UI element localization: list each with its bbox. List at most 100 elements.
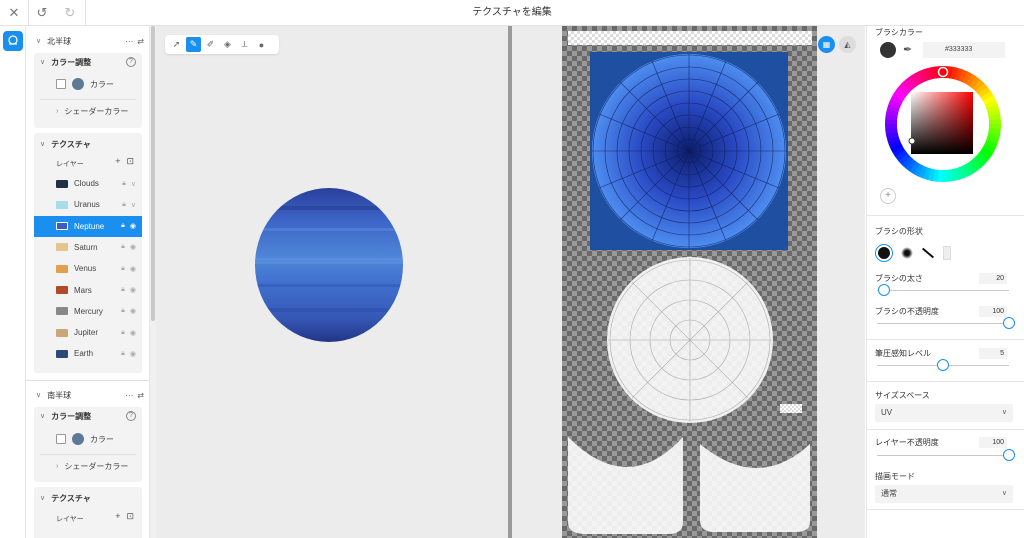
- color-adjust-header[interactable]: ∨ カラー調整 ?: [34, 53, 142, 71]
- chevron-down-icon[interactable]: ∨: [131, 180, 136, 188]
- color-checkbox[interactable]: [56, 434, 66, 444]
- brush-color-title: ブラシカラー: [875, 28, 923, 37]
- eye-icon[interactable]: ◉: [130, 329, 136, 337]
- settings-icon[interactable]: ⇄: [137, 391, 144, 400]
- brush-opacity-value[interactable]: 100: [979, 306, 1007, 317]
- eye-icon[interactable]: ◉: [130, 350, 136, 358]
- folder-icon[interactable]: ⊡: [126, 156, 134, 167]
- color-wheel[interactable]: [885, 66, 1001, 182]
- layer-row[interactable]: Jupiter 🔒︎ ◉: [34, 322, 142, 343]
- drop-tool-icon[interactable]: ●: [254, 37, 269, 52]
- stamp-tool-icon[interactable]: ⟂: [237, 37, 252, 52]
- scrollbar-thumb[interactable]: [151, 26, 155, 321]
- chevron-down-icon[interactable]: ∨: [131, 201, 136, 209]
- settings-icon[interactable]: ⇄: [137, 37, 144, 46]
- layer-name: Saturn: [74, 242, 98, 252]
- eraser-tool-icon[interactable]: ✐: [203, 37, 218, 52]
- eye-icon[interactable]: ◉: [130, 265, 136, 273]
- pressure-slider[interactable]: [877, 359, 1009, 371]
- layer-row[interactable]: Mars 🔒︎ ◉: [34, 280, 142, 301]
- slider-knob[interactable]: [937, 359, 949, 371]
- slider-knob[interactable]: [1003, 449, 1015, 461]
- lock-icon[interactable]: 🔒︎: [121, 286, 125, 294]
- eye-icon[interactable]: ◉: [130, 307, 136, 315]
- brush-size-value[interactable]: 20: [979, 273, 1007, 284]
- eye-icon[interactable]: ◉: [130, 222, 136, 230]
- undo-icon[interactable]: ↺: [28, 0, 56, 26]
- blend-mode-select[interactable]: 通常 ∨: [875, 485, 1013, 503]
- select-tool-icon[interactable]: ➚: [169, 37, 184, 52]
- add-icon[interactable]: +: [115, 511, 120, 522]
- lock-icon[interactable]: 🔒︎: [121, 307, 125, 315]
- paint-toolbar: ➚ ✎ ✐ ◈ ⟂ ●: [165, 35, 279, 54]
- fill-tool-icon[interactable]: ◈: [220, 37, 235, 52]
- brush-opacity-slider[interactable]: [877, 317, 1015, 329]
- color-adjust-header[interactable]: ∨ カラー調整 ?: [34, 407, 142, 425]
- hex-input[interactable]: #333333: [923, 42, 1005, 58]
- texture-header[interactable]: ∨ テクスチャ: [34, 489, 142, 507]
- layers-panel: ∨ 北半球 ⋯ ⇄ ∨ カラー調整 ? カラー › シェーダーカラー ∨ テクス…: [26, 26, 150, 538]
- brush-tool-icon[interactable]: ✎: [186, 37, 201, 52]
- eyedropper-icon[interactable]: ✒: [903, 43, 912, 56]
- flat-brush-icon[interactable]: [921, 247, 935, 259]
- layer-row[interactable]: Clouds 🔒︎ ∨: [34, 173, 142, 194]
- layer-row[interactable]: Mercury 🔒︎ ◉: [34, 301, 142, 322]
- layer-row[interactable]: Neptune 🔒︎ ◉: [34, 215, 142, 237]
- chevron-right-icon: ›: [56, 108, 59, 115]
- help-icon[interactable]: ?: [126, 411, 136, 421]
- layer-actions: 🔒︎ ◉: [121, 280, 136, 301]
- sphere-mode-button[interactable]: [3, 31, 23, 51]
- layer-opacity-value[interactable]: 100: [979, 437, 1007, 448]
- color-swatch[interactable]: [72, 433, 84, 445]
- pressure-value[interactable]: 5: [979, 348, 1007, 359]
- north-section-header[interactable]: ∨ 北半球 ⋯ ⇄: [26, 31, 149, 51]
- preview-canvas[interactable]: [156, 26, 508, 538]
- layer-opacity-slider[interactable]: [877, 449, 1015, 461]
- shader-color-row[interactable]: › シェーダーカラー: [56, 106, 128, 117]
- size-space-select[interactable]: UV ∨: [875, 404, 1013, 422]
- slider-knob[interactable]: [877, 284, 890, 296]
- more-icon[interactable]: ⋯: [125, 391, 133, 400]
- lock-icon[interactable]: 🔒︎: [121, 265, 125, 273]
- select-value: 通常: [881, 489, 897, 498]
- add-icon[interactable]: +: [115, 156, 120, 167]
- uv-texture-sheet[interactable]: [562, 26, 817, 538]
- uv-patch: [780, 404, 802, 413]
- layer-row[interactable]: Saturn 🔒︎ ◉: [34, 237, 142, 258]
- folder-icon[interactable]: ⊡: [126, 511, 134, 522]
- layer-row[interactable]: Earth 🔒︎ ◉: [34, 343, 142, 364]
- color-checkbox[interactable]: [56, 79, 66, 89]
- grid-view-icon[interactable]: ▦: [818, 36, 835, 53]
- redo-icon[interactable]: ↻: [56, 0, 84, 26]
- lock-icon[interactable]: 🔒︎: [121, 329, 125, 337]
- custom-brush-icon[interactable]: [943, 246, 951, 260]
- close-icon[interactable]: ✕: [0, 0, 28, 26]
- layer-actions: 🔒︎ ◉: [121, 322, 136, 343]
- lock-icon[interactable]: 🔒︎: [122, 180, 126, 188]
- round-brush-icon[interactable]: [875, 244, 893, 262]
- layer-row[interactable]: Venus 🔒︎ ◉: [34, 258, 142, 279]
- eye-icon[interactable]: ◉: [130, 243, 136, 251]
- layer-name: Neptune: [74, 221, 105, 231]
- split-view-icon[interactable]: ◭: [839, 36, 856, 53]
- shader-color-row[interactable]: › シェーダーカラー: [56, 461, 128, 472]
- layer-row[interactable]: Uranus 🔒︎ ∨: [34, 194, 142, 215]
- add-swatch-button[interactable]: +: [880, 188, 896, 204]
- south-section-header[interactable]: ∨ 南半球 ⋯ ⇄: [26, 385, 149, 405]
- lock-icon[interactable]: 🔒︎: [121, 243, 125, 251]
- top-bar: ✕ ↺ ↻ テクスチャを編集: [0, 0, 1024, 26]
- layer-name: Venus: [74, 264, 97, 274]
- eye-icon[interactable]: ◉: [130, 286, 136, 294]
- chevron-down-icon: ∨: [40, 59, 46, 66]
- more-icon[interactable]: ⋯: [125, 37, 133, 46]
- help-icon[interactable]: ?: [126, 57, 136, 67]
- lock-icon[interactable]: 🔒︎: [121, 222, 125, 230]
- current-color-swatch[interactable]: [880, 42, 896, 58]
- slider-knob[interactable]: [1003, 317, 1015, 329]
- lock-icon[interactable]: 🔒︎: [121, 350, 125, 358]
- texture-header[interactable]: ∨ テクスチャ: [34, 135, 142, 153]
- lock-icon[interactable]: 🔒︎: [122, 201, 126, 209]
- color-swatch[interactable]: [72, 78, 84, 90]
- soft-brush-icon[interactable]: [901, 247, 913, 259]
- brush-size-slider[interactable]: [877, 284, 1009, 296]
